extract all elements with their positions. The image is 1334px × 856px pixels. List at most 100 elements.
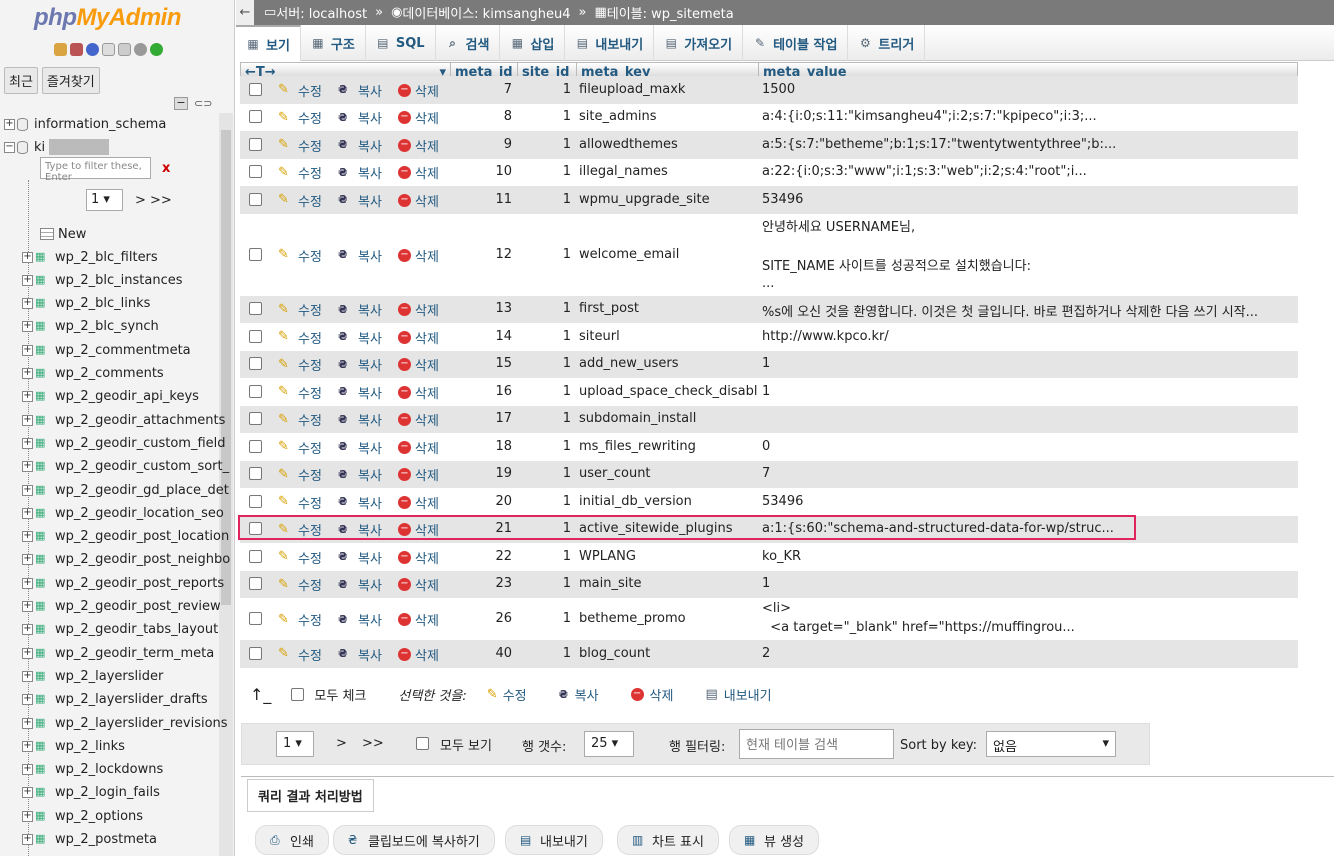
delete-link[interactable]: − 삭제 [398, 300, 439, 319]
expand-icon[interactable]: + [22, 298, 33, 310]
table-node[interactable]: + ▦ wp_2_geodir_tabs_layout [22, 620, 218, 640]
cell-meta-value[interactable]: a:5:{s:7:"betheme";b:1;s:17:"twentytwent… [762, 137, 1296, 152]
table-node[interactable]: + ▦ wp_2_geodir_custom_sort_ [22, 457, 229, 477]
cell-meta-value[interactable]: http://www.kpco.kr/ [762, 329, 1296, 344]
cell-site-id[interactable]: 1 [516, 356, 571, 371]
display-chart-button[interactable]: ▥ 차트 표시 [617, 825, 719, 855]
breadcrumb-table[interactable]: 테이블: wp_sitemeta [607, 3, 734, 22]
cell-meta-value[interactable]: a:22:{i:0;s:3:"www";i:1;s:3:"web";i:2;s:… [762, 164, 1296, 179]
cell-meta-key[interactable]: siteurl [579, 329, 757, 344]
expand-icon[interactable]: + [4, 118, 15, 130]
delete-link[interactable]: − 삭제 [398, 383, 439, 402]
cell-meta-id[interactable]: 11 [454, 192, 512, 207]
edit-link[interactable]: ✎ 수정 [278, 548, 322, 567]
expand-icon[interactable]: + [22, 810, 33, 822]
table-node[interactable]: + ▦ wp_2_blc_filters [22, 247, 158, 267]
row-checkbox[interactable] [249, 302, 262, 316]
cell-site-id[interactable]: 1 [516, 439, 571, 454]
sort-by-key-select[interactable]: 없음 ▾ [986, 731, 1116, 757]
expand-icon[interactable]: + [22, 507, 33, 519]
cell-meta-value[interactable]: 1 [762, 356, 1296, 371]
cell-meta-value[interactable]: a:1:{s:60:"schema-and-structured-data-fo… [762, 521, 1296, 536]
phpmyadmin-logo[interactable]: phpMyAdmin [34, 4, 181, 32]
tab-2[interactable]: ▤ SQL [366, 25, 436, 61]
cell-site-id[interactable]: 1 [516, 411, 571, 426]
table-node[interactable]: + ▦ wp_2_options [22, 806, 143, 826]
print-button[interactable]: ⎙ 인쇄 [255, 825, 329, 855]
copy-link[interactable]: ₴ 복사 [338, 410, 382, 430]
tab-1[interactable]: ▦ 구조 [301, 25, 366, 61]
copy-link[interactable]: ₴ 복사 [338, 383, 382, 402]
cell-meta-key[interactable]: first_post [579, 301, 757, 316]
cell-meta-id[interactable]: 15 [454, 356, 512, 371]
tab-6[interactable]: ▤ 가져오기 [654, 25, 744, 61]
expand-icon[interactable]: + [22, 391, 33, 403]
delete-link[interactable]: − 삭제 [398, 410, 439, 429]
bulk-export-button[interactable]: 내보내기 [724, 685, 772, 704]
cell-meta-key[interactable]: ms_files_rewriting [579, 439, 757, 454]
nav-page-select[interactable]: 1 ▾ [86, 189, 123, 211]
edit-link[interactable]: ✎ 수정 [278, 300, 322, 319]
cell-meta-id[interactable]: 40 [454, 646, 512, 661]
table-node[interactable]: + ▦ wp_2_lockdowns [22, 760, 163, 780]
table-node[interactable]: + ▦ wp_2_layerslider [22, 666, 163, 686]
expand-icon[interactable]: + [22, 368, 33, 379]
cell-meta-value[interactable]: 안녕하세요 USERNAME님, [762, 216, 1296, 235]
nav-page-next[interactable]: > >> [135, 193, 172, 208]
delete-link[interactable]: − 삭제 [398, 246, 439, 265]
expand-icon[interactable]: + [22, 834, 33, 845]
row-checkbox[interactable] [249, 384, 262, 398]
delete-link[interactable]: − 삭제 [398, 328, 439, 347]
bulk-copy-button[interactable]: 복사 [575, 685, 599, 704]
table-node[interactable]: + ▦ wp_2_geodir_custom_field [22, 433, 226, 453]
edit-link[interactable]: ✎ 수정 [278, 163, 322, 182]
table-node[interactable]: + ▦ wp_2_geodir_gd_place_det [22, 480, 229, 500]
table-filter-input[interactable]: Type to filter these, Enter [40, 157, 151, 183]
copy-link[interactable]: ₴ 복사 [338, 300, 382, 320]
expand-icon[interactable]: + [22, 414, 33, 426]
tab-favorites[interactable]: 즐겨찾기 [41, 67, 100, 94]
cell-site-id[interactable]: 1 [516, 82, 571, 97]
table-node[interactable]: + ▦ wp_2_geodir_api_keys [22, 387, 199, 407]
copy-link[interactable]: ₴ 복사 [338, 136, 382, 155]
clear-filter-button[interactable]: x [162, 161, 170, 176]
edit-link[interactable]: ✎ 수정 [278, 645, 322, 664]
delete-link[interactable]: − 삭제 [398, 645, 439, 664]
table-node[interactable]: + ▦ wp_2_postmeta [22, 830, 157, 850]
row-checkbox[interactable] [249, 412, 262, 426]
copy-link[interactable]: ₴ 복사 [338, 493, 382, 512]
db-node-current[interactable]: − ki [4, 137, 110, 157]
row-filter-input[interactable]: 현재 테이블 검색 [739, 729, 894, 759]
cell-meta-value[interactable]: 2 [762, 646, 1296, 661]
cell-meta-key[interactable]: initial_db_version [579, 494, 757, 509]
copy-link[interactable]: ₴ 복사 [338, 575, 382, 595]
copy-link[interactable]: ₴ 복사 [338, 81, 382, 100]
cell-meta-value-line2[interactable]: <a target="_blank" href="https://muffing… [762, 620, 1296, 635]
cell-meta-value[interactable]: 1500 [762, 82, 1296, 97]
cell-site-id[interactable]: 1 [516, 576, 571, 591]
expand-icon[interactable]: + [22, 601, 33, 612]
expand-icon[interactable]: + [22, 461, 33, 473]
cell-site-id[interactable]: 1 [516, 494, 571, 509]
cell-meta-key[interactable]: welcome_email [579, 247, 757, 262]
help-icon[interactable] [86, 43, 99, 56]
cell-meta-value[interactable]: a:4:{i:0;s:11:"kimsangheu4";i:2;s:7:"kpi… [762, 109, 1296, 124]
cell-meta-id[interactable]: 18 [454, 439, 512, 454]
row-checkbox[interactable] [249, 522, 262, 536]
cell-site-id[interactable]: 1 [516, 466, 571, 481]
table-node[interactable]: + ▦ wp_2_geodir_post_neighbo [22, 550, 230, 570]
cell-meta-key[interactable]: user_count [579, 466, 757, 481]
cell-meta-value[interactable]: <li> [762, 601, 1296, 616]
collapse-icon[interactable]: − [4, 141, 15, 153]
tab-recent[interactable]: 최근 [4, 67, 38, 94]
row-checkbox[interactable] [249, 329, 262, 343]
expand-icon[interactable]: + [22, 764, 33, 776]
delete-link[interactable]: − 삭제 [398, 136, 439, 155]
delete-link[interactable]: − 삭제 [398, 520, 439, 539]
cell-meta-key[interactable]: blog_count [579, 646, 757, 661]
edit-link[interactable]: ✎ 수정 [278, 438, 322, 457]
table-node[interactable]: + ▦ wp_2_geodir_term_meta [22, 643, 214, 663]
delete-link[interactable]: − 삭제 [398, 548, 439, 567]
expand-icon[interactable]: + [22, 577, 33, 589]
expand-icon[interactable]: + [22, 554, 33, 566]
